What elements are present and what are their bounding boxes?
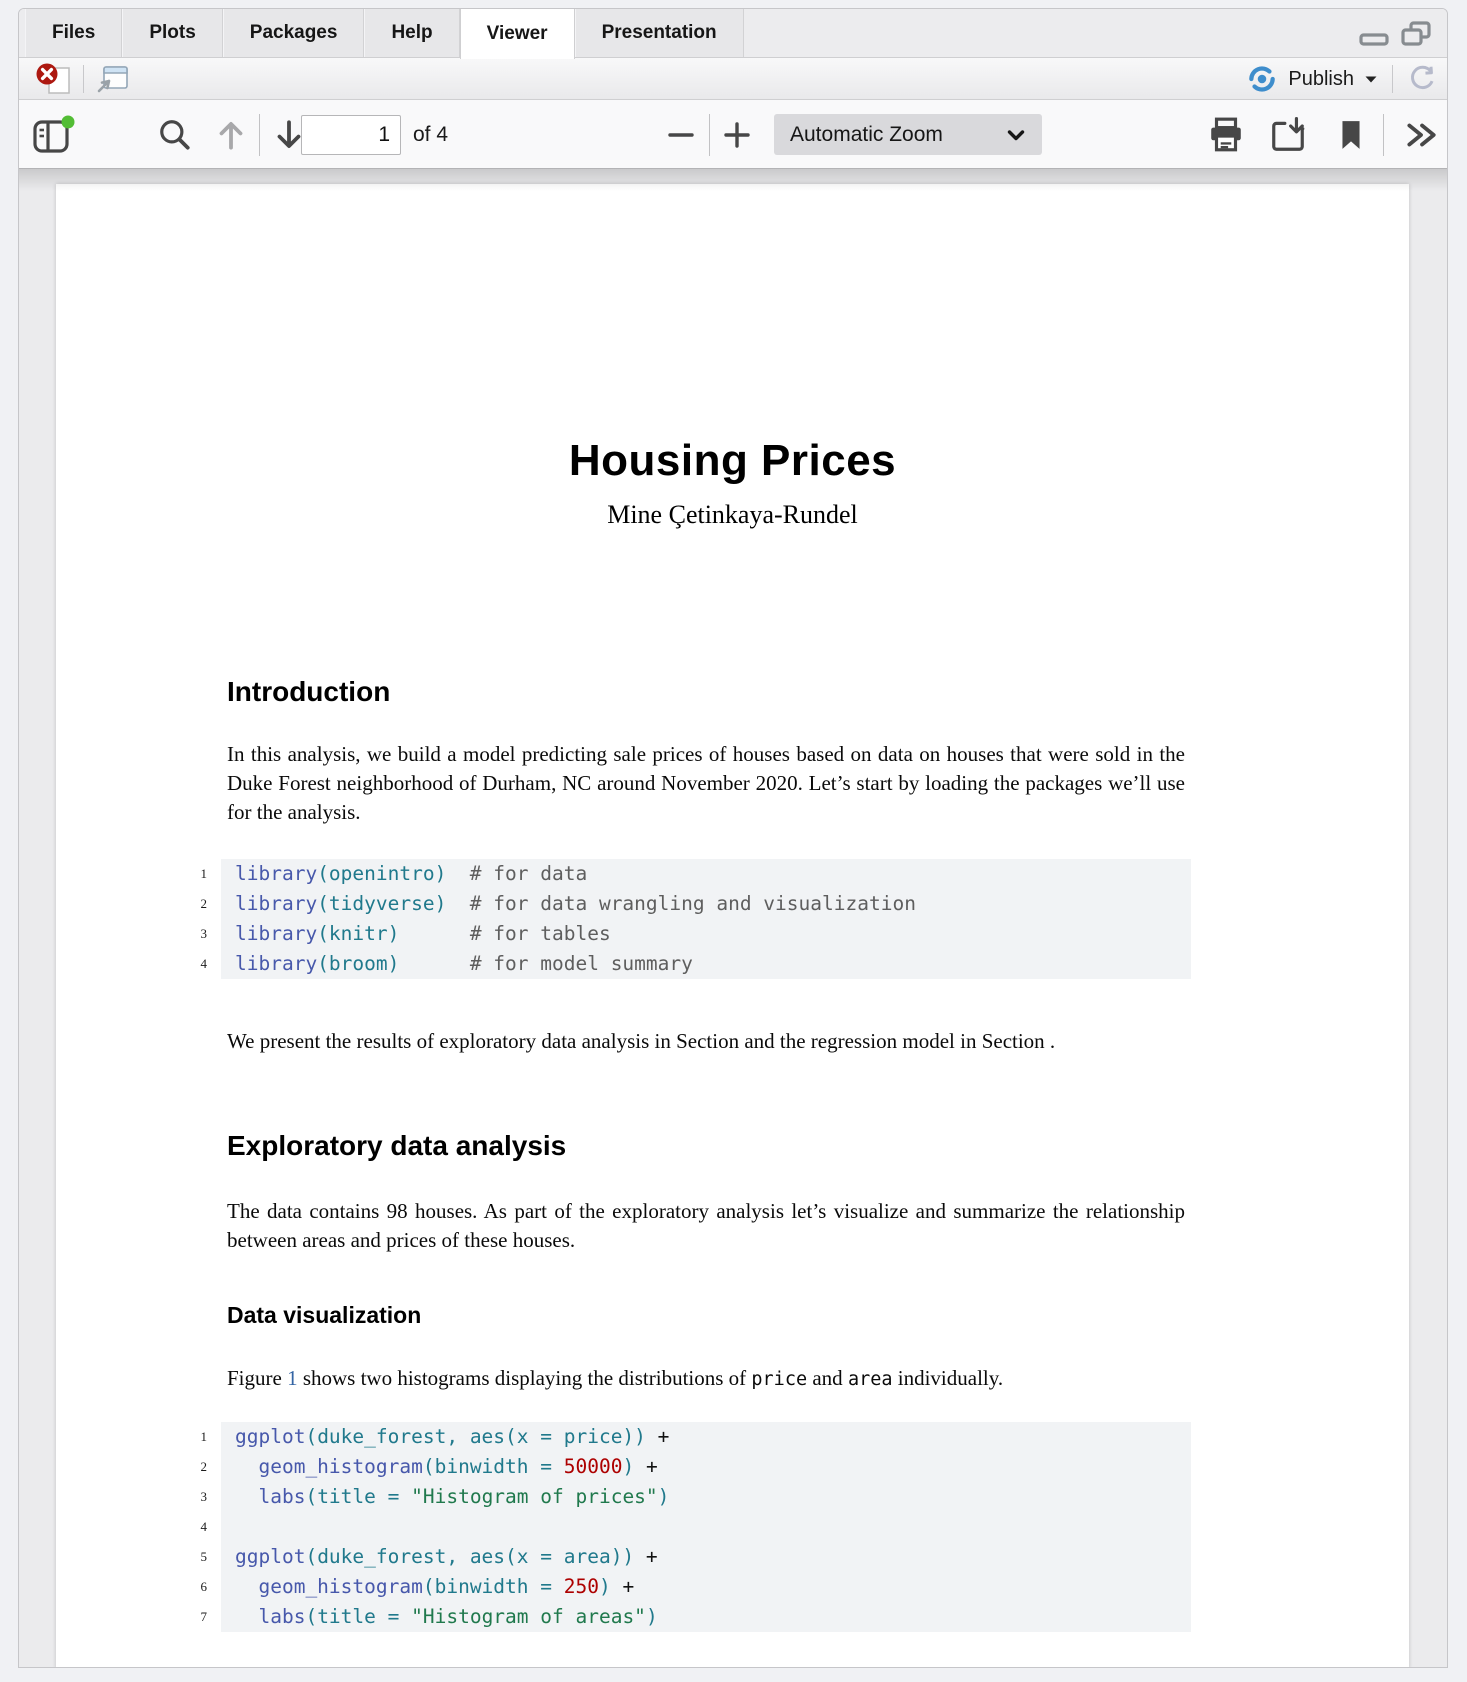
publish-button[interactable]: Publish [1288,68,1354,91]
tab-label: Plots [149,22,195,44]
code-line-number: 3 [181,919,221,949]
zoom-select[interactable]: Automatic Zoom [774,114,1042,155]
tab-label: Packages [250,22,338,44]
text-segment: and [807,1366,848,1390]
pdf-page: Housing Prices Mine Çetinkaya-Rundel Int… [56,184,1409,1668]
toolbar-divider [83,65,84,93]
toolbar-divider [709,114,710,156]
page-number-input[interactable] [301,115,401,155]
paragraph-eda: The data contains 98 houses. As part of … [227,1197,1185,1255]
inline-code: area [848,1369,893,1390]
code-line: labs(title = "Histogram of areas") [221,1602,1191,1632]
code-row: 1ggplot(duke_forest, aes(x = price)) + [181,1422,1191,1452]
tab-viewer[interactable]: Viewer [460,9,575,59]
tab-label: Viewer [487,23,548,45]
document-title: Housing Prices [226,436,1239,486]
section-heading-eda: Exploratory data analysis [227,1130,566,1162]
pane-window-controls [1359,9,1433,58]
code-line: geom_histogram(binwidth = 50000) + [221,1452,1191,1482]
text-segment: individually. [893,1366,1004,1390]
sidebar-toggle-button[interactable] [31,100,75,169]
subsection-heading-dataviz: Data visualization [227,1302,421,1329]
tab-packages[interactable]: Packages [223,9,365,57]
print-icon[interactable] [1207,100,1245,169]
code-line-number: 2 [181,1452,221,1482]
viewer-area[interactable]: Housing Prices Mine Çetinkaya-Rundel Int… [19,169,1447,1668]
code-row: 6 geom_histogram(binwidth = 250) + [181,1572,1191,1602]
code-line: library(broom) # for model summary [221,949,1191,979]
code-line: labs(title = "Histogram of prices") [221,1482,1191,1512]
code-line: library(tidyverse) # for data wrangling … [221,889,1191,919]
code-line-number: 3 [181,1482,221,1512]
clear-viewer-icon[interactable] [35,62,73,96]
paragraph-sections-ref: We present the results of exploratory da… [227,1027,1185,1056]
text-segment: Figure [227,1366,287,1390]
search-icon[interactable] [157,100,193,169]
code-line: library(knitr) # for tables [221,919,1191,949]
code-row: 4library(broom) # for model summary [181,949,1191,979]
code-row: 2library(tidyverse) # for data wrangling… [181,889,1191,919]
publish-caret-down-icon[interactable] [1364,75,1378,84]
paragraph-introduction: In this analysis, we build a model predi… [227,740,1185,827]
sidebar-notification-dot [62,115,75,128]
code-row: 5ggplot(duke_forest, aes(x = area)) + [181,1542,1191,1572]
more-tools-icon[interactable] [1403,100,1439,169]
code-line: ggplot(duke_forest, aes(x = area)) + [221,1542,1191,1572]
code-line-number: 1 [181,1422,221,1452]
document-author: Mine Çetinkaya-Rundel [226,500,1239,530]
zoom-select-label: Automatic Zoom [790,123,1006,147]
code-line: library(openintro) # for data [221,859,1191,889]
code-line-number: 1 [181,859,221,889]
tab-help[interactable]: Help [364,9,459,57]
section-heading-introduction: Introduction [227,676,390,708]
code-row: 3library(knitr) # for tables [181,919,1191,949]
publish-icon [1246,65,1278,93]
page-count-label: of 4 [413,123,448,147]
code-line-number: 2 [181,889,221,919]
tab-label: Presentation [602,22,717,44]
zoom-out-icon[interactable] [667,100,695,169]
previous-page-icon[interactable] [215,100,247,169]
download-icon[interactable] [1269,100,1307,169]
code-line-number: 5 [181,1542,221,1572]
code-line-number: 7 [181,1602,221,1632]
text-segment: shows two histograms displaying the dist… [298,1366,752,1390]
viewer-toolbar: Publish [19,58,1447,100]
toolbar-divider [259,114,260,156]
tab-presentation[interactable]: Presentation [575,9,744,57]
zoom-in-icon[interactable] [723,100,751,169]
code-line-number: 4 [181,1512,221,1542]
toolbar-divider [1383,114,1384,156]
code-line [221,1512,1191,1542]
minimize-icon[interactable] [1359,21,1389,47]
code-line: geom_histogram(binwidth = 250) + [221,1572,1191,1602]
maximize-icon[interactable] [1399,20,1433,48]
code-row: 2 geom_histogram(binwidth = 50000) + [181,1452,1191,1482]
code-block-libraries: 1library(openintro) # for data2library(t… [181,859,1191,979]
tab-label: Help [391,22,432,44]
bookmark-icon[interactable] [1339,100,1363,169]
code-row: 7 labs(title = "Histogram of areas") [181,1602,1191,1632]
tab-bar: Files Plots Packages Help Viewer Present… [19,9,1447,58]
code-row: 3 labs(title = "Histogram of prices") [181,1482,1191,1512]
code-block-ggplot: 1ggplot(duke_forest, aes(x = price)) +2 … [181,1422,1191,1632]
figure-reference-link[interactable]: 1 [287,1366,298,1390]
toolbar-divider [1392,65,1393,93]
tab-files[interactable]: Files [25,9,122,57]
paragraph-figure: Figure 1 shows two histograms displaying… [227,1364,1185,1394]
pdfjs-toolbar: of 4 Automatic Zoom [19,100,1447,169]
tab-label: Files [52,22,95,44]
code-row: 4 [181,1512,1191,1542]
code-row: 1library(openintro) # for data [181,859,1191,889]
code-line-number: 4 [181,949,221,979]
code-line: ggplot(duke_forest, aes(x = price)) + [221,1422,1191,1452]
popout-window-icon[interactable] [94,63,130,95]
inline-code: price [751,1369,807,1390]
code-line-number: 6 [181,1572,221,1602]
chevron-down-icon [1006,128,1026,142]
viewer-pane: Files Plots Packages Help Viewer Present… [18,8,1448,1668]
tab-plots[interactable]: Plots [122,9,222,57]
refresh-icon[interactable] [1407,63,1439,95]
